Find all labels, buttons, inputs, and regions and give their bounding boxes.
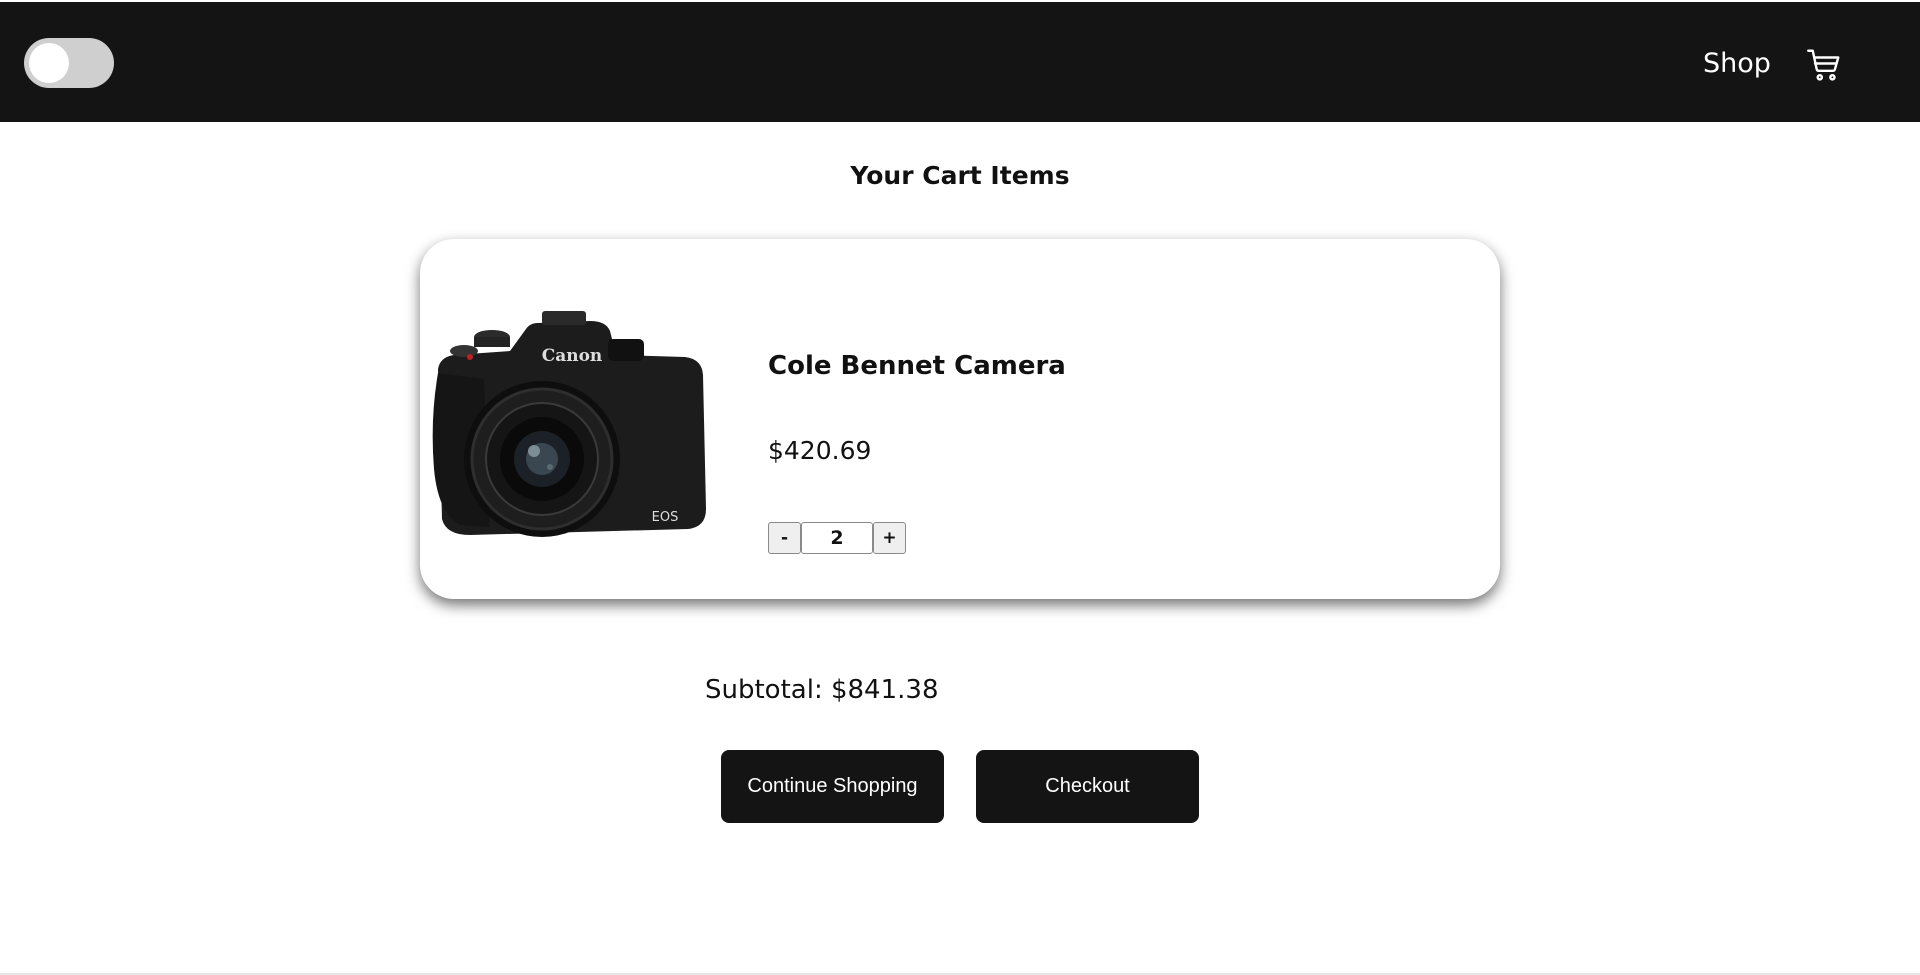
shopping-cart-icon[interactable] xyxy=(1806,47,1842,83)
page-title: Your Cart Items xyxy=(850,160,1070,190)
theme-toggle[interactable] xyxy=(24,38,114,88)
subtotal: Subtotal: $841.38 xyxy=(705,675,939,705)
toggle-knob xyxy=(29,43,69,83)
checkout-button[interactable]: Checkout xyxy=(976,750,1199,823)
quantity-stepper: - + xyxy=(768,522,906,554)
camera-brand-text: Canon xyxy=(542,346,603,366)
product-name[interactable]: Cole Bennet Camera xyxy=(768,349,1066,383)
top-navbar: Shop xyxy=(0,2,1920,122)
continue-shopping-button[interactable]: Continue Shopping xyxy=(721,750,944,823)
quantity-input[interactable] xyxy=(801,522,873,554)
camera-image: Canon EOS xyxy=(432,311,706,537)
increment-button[interactable]: + xyxy=(873,522,906,554)
nav-link-shop[interactable]: Shop xyxy=(1703,48,1771,80)
cart-item-card: Canon EOS Cole Bennet Camera $420.69 - + xyxy=(420,239,1500,599)
decrement-button[interactable]: - xyxy=(768,522,801,554)
product-price: $420.69 xyxy=(768,436,872,465)
camera-model-text: EOS xyxy=(652,510,679,525)
